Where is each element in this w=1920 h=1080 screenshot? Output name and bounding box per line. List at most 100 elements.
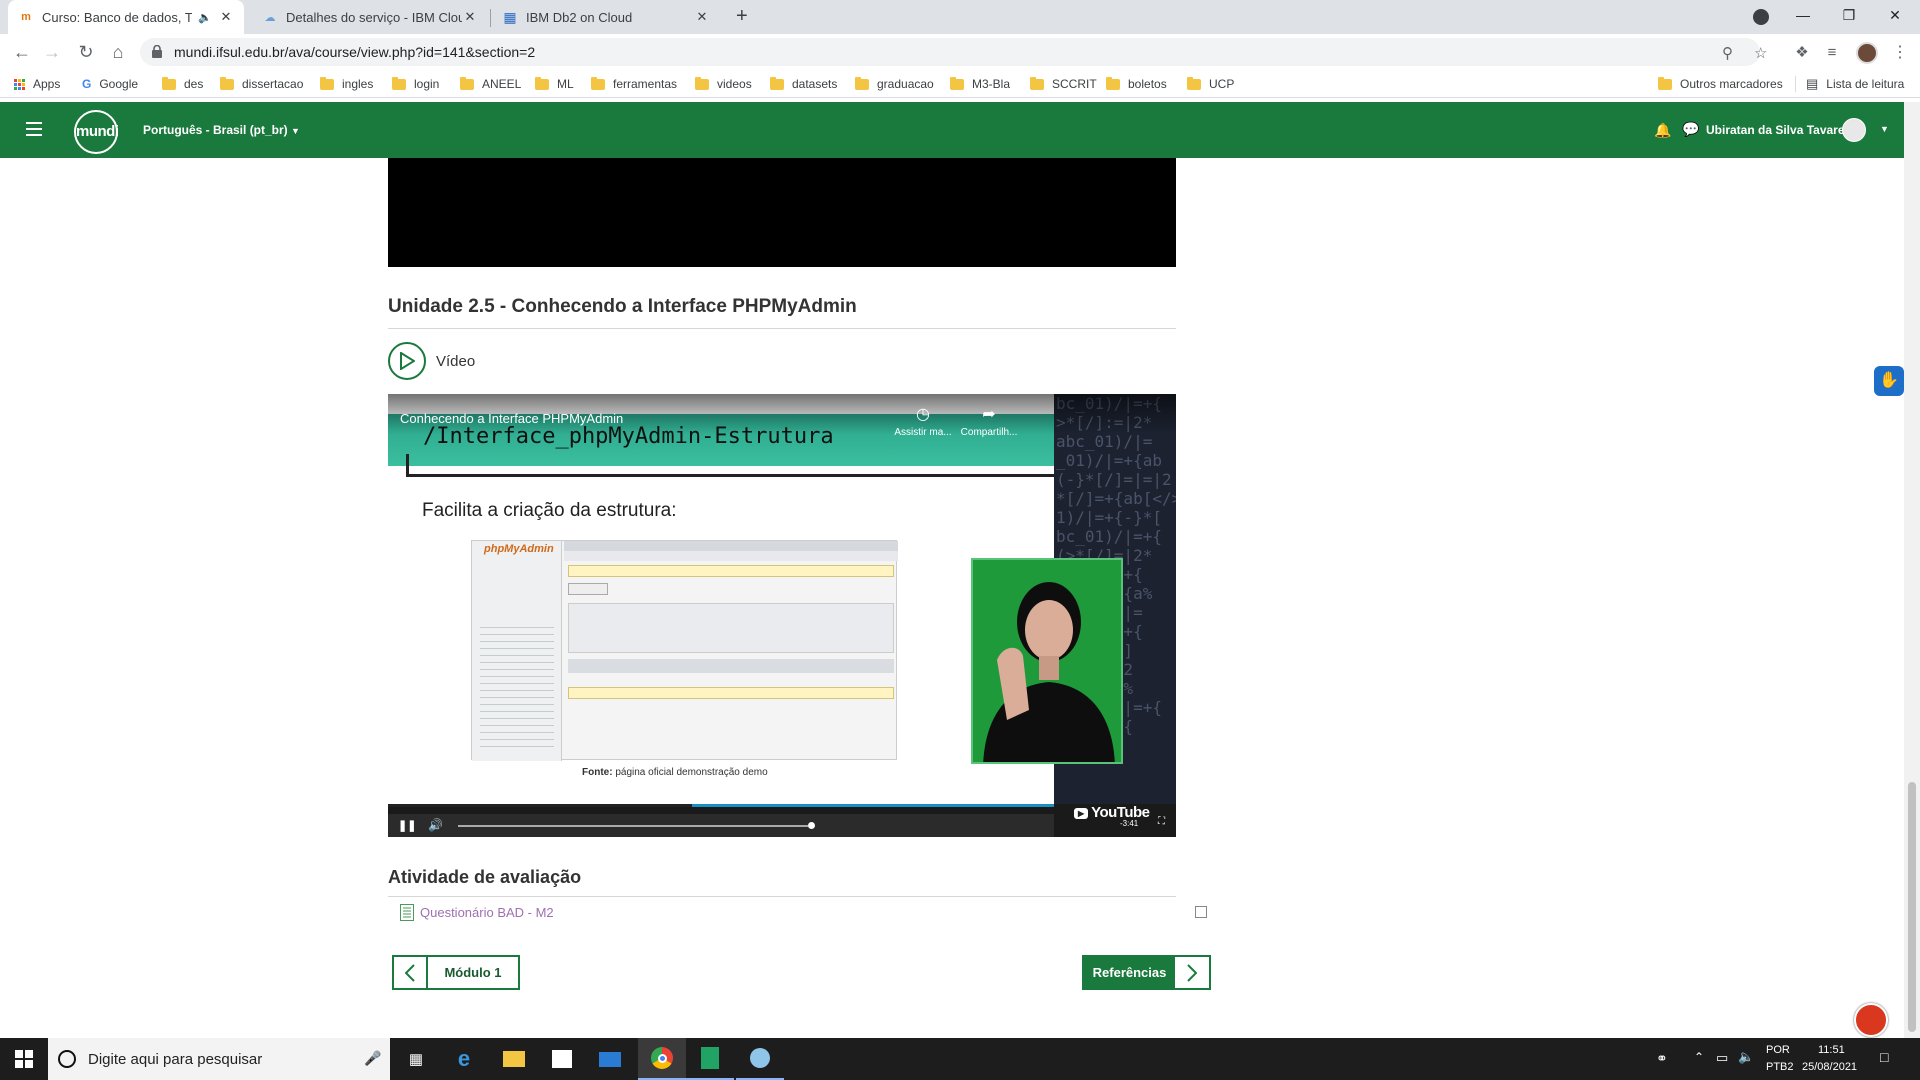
bookmark-folder-videos[interactable]: videos [695,74,752,94]
video-activity[interactable]: Vídeo [388,342,475,380]
edge-icon[interactable]: e [440,1038,488,1080]
previous-module-button[interactable]: Módulo 1 [392,955,520,990]
completion-checkbox[interactable] [1195,906,1207,918]
page-scrollbar[interactable] [1904,102,1920,1038]
bookmark-folder-login[interactable]: login [392,74,439,94]
file-explorer-icon[interactable] [490,1038,538,1080]
bookmarks-bar: Apps G Google des dissertacao ingles log… [0,70,1920,98]
clock-date[interactable]: 25/08/2021 [1802,1061,1857,1073]
fullscreen-icon[interactable]: ⛶ [1158,816,1165,827]
hamburger-menu-icon[interactable] [26,122,42,140]
bookmark-folder-dissertacao[interactable]: dissertacao [220,74,303,94]
helper-mascot-icon[interactable] [1854,1003,1888,1037]
watch-later-button[interactable]: ◷ Assistir ma... [888,404,958,438]
clock-time[interactable]: 11:51 [1818,1044,1845,1056]
bookmark-folder-graduacao[interactable]: graduacao [855,74,934,94]
close-tab-icon[interactable]: ✕ [694,9,710,25]
messages-icon[interactable]: 💬 [1682,121,1699,138]
bookmark-label: graduacao [877,77,934,91]
scrollbar-thumb[interactable] [1908,782,1916,1032]
profile-avatar[interactable] [1856,42,1878,64]
bookmark-folder-sccrit[interactable]: SCCRIT [1030,74,1097,94]
profile-menu-icon[interactable] [1753,9,1769,25]
store-icon[interactable] [538,1038,586,1080]
minimize-icon[interactable]: — [1780,0,1826,30]
bookmark-apps[interactable]: Apps [14,74,60,94]
windows-start-icon[interactable] [0,1038,48,1080]
slider-knob[interactable] [808,822,815,829]
tab-ibm-details[interactable]: ☁ Detalhes do serviço - IBM Cloud ✕ [252,0,488,34]
extensions-icon[interactable]: ❖ [1788,38,1816,66]
quiz-activity[interactable]: Questionário BAD - M2 [400,904,554,921]
bookmark-folder-ucp[interactable]: UCP [1187,74,1234,94]
mail-icon[interactable] [586,1038,634,1080]
accessibility-hand-icon[interactable]: ✋ [1874,366,1904,396]
keyboard-layout[interactable]: PTB2 [1766,1061,1794,1073]
menu-dots-icon[interactable]: ⋮ [1886,38,1914,66]
bookmark-folder-aneel[interactable]: ANEEL [460,74,521,94]
site-logo[interactable]: mundi [74,110,119,154]
new-tab-icon[interactable]: + [736,5,748,28]
bookmark-other[interactable]: Outros marcadores [1658,74,1783,94]
close-tab-icon[interactable]: ✕ [462,9,478,25]
tray-chevron-icon[interactable]: ⌃ [1694,1050,1704,1064]
bookmark-label: UCP [1209,77,1235,91]
folder-icon [1106,76,1120,90]
action-center-icon[interactable]: □ [1880,1049,1888,1065]
previous-module-label: Módulo 1 [444,965,502,980]
restore-icon[interactable]: ❐ [1826,0,1872,30]
taskbar-search[interactable]: Digite aqui para pesquisar 🎤 [48,1038,390,1080]
volume-icon[interactable]: 🔈 [1738,1049,1754,1065]
language-menu[interactable]: Português - Brasil (pt_br) ▼ [143,123,300,137]
volume-icon[interactable]: 🔊 [428,818,443,832]
people-icon[interactable]: ⚭ [1656,1050,1668,1067]
task-view-icon[interactable]: ▦ [392,1038,440,1080]
spreadsheet-icon[interactable] [686,1038,734,1080]
avatar[interactable] [1842,118,1866,142]
microphone-icon[interactable]: 🎤 [364,1050,381,1067]
bookmark-label: boletos [1128,77,1167,91]
video-title[interactable]: Conhecendo a Interface PHPMyAdmin [400,411,623,426]
lock-icon[interactable] [152,45,162,58]
address-bar[interactable]: mundi.ifsul.edu.br/ava/course/view.php?i… [140,38,1767,66]
speaker-icon[interactable]: 🔈 [198,11,212,24]
bookmark-google[interactable]: G Google [82,74,138,94]
folder-icon [162,76,176,90]
phpmyadmin-screenshot: phpMyAdmin [471,540,898,761]
bookmark-folder-ingles[interactable]: ingles [320,74,373,94]
reload-icon[interactable]: ↻ [72,38,100,66]
share-button[interactable]: ➦ Compartilh... [954,404,1024,438]
bookmark-folder-m3-bla[interactable]: M3-Bla [950,74,1010,94]
bookmark-folder-datasets[interactable]: datasets [770,74,837,94]
next-module-button[interactable]: Referências [1082,955,1211,990]
zoom-icon[interactable]: ⚲ [1722,44,1733,62]
bookmark-label: Apps [33,77,61,91]
cortana-icon [58,1050,76,1068]
bookmark-folder-ferramentas[interactable]: ferramentas [591,74,677,94]
bookmark-folder-ml[interactable]: ML [535,74,574,94]
paint-icon[interactable] [736,1038,784,1080]
notification-bell-icon[interactable]: 🔔 [1654,122,1671,139]
youtube-player[interactable]: /Interface_phpMyAdmin-Estrutura Facilita… [388,394,1176,837]
pause-icon[interactable]: ❚❚ [398,819,416,832]
network-icon[interactable]: ▭ [1716,1050,1728,1066]
back-icon[interactable]: ← [8,38,36,66]
bookmark-star-icon[interactable]: ☆ [1754,44,1767,62]
previous-video-embed[interactable] [388,158,1176,267]
bookmark-folder-des[interactable]: des [162,74,203,94]
user-name[interactable]: Ubiratan da Silva Tavares [1706,123,1851,137]
close-window-icon[interactable]: ✕ [1872,0,1918,30]
tab-db2[interactable]: ▦ IBM Db2 on Cloud ✕ [492,0,720,34]
bookmark-folder-boletos[interactable]: boletos [1106,74,1167,94]
reading-list[interactable]: ▤ Lista de leitura [1806,74,1904,94]
home-icon[interactable]: ⌂ [104,38,132,66]
chrome-icon[interactable] [638,1038,686,1080]
quiz-link[interactable]: Questionário BAD - M2 [420,905,554,920]
tab-course[interactable]: m Curso: Banco de dados, Tópic 🔈 ✕ [8,0,244,34]
reading-list-icon[interactable]: ≡ [1818,38,1846,66]
input-language[interactable]: POR [1766,1044,1790,1056]
user-menu-caret-icon[interactable]: ▼ [1880,124,1889,134]
volume-slider[interactable] [458,825,808,827]
forward-icon[interactable]: → [38,38,66,66]
close-tab-icon[interactable]: ✕ [218,9,234,25]
